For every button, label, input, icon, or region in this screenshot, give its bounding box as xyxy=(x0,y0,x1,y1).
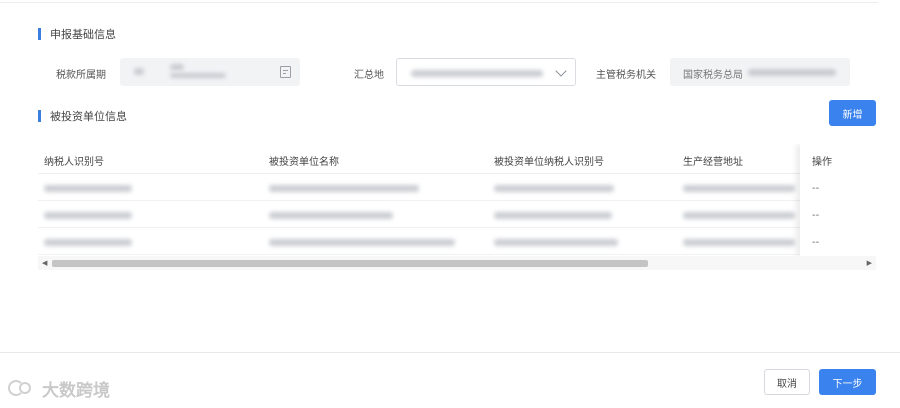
blurred-cell xyxy=(494,212,612,219)
column-header-business-address: 生产经营地址 xyxy=(683,157,743,168)
scroll-thumb[interactable] xyxy=(52,260,648,267)
blurred-cell xyxy=(494,185,614,192)
scroll-left-icon[interactable]: ◀ xyxy=(42,256,47,270)
footer-divider xyxy=(0,352,900,353)
invested-units-title: 被投资单位信息 xyxy=(50,110,127,123)
declaration-info-title: 申报基础信息 xyxy=(50,28,116,41)
row-operation[interactable]: -- xyxy=(812,210,819,221)
brand-logo: 大数跨境 xyxy=(8,376,110,401)
tax-authority-field: 国家税务总局 xyxy=(670,58,850,86)
blurred-cell xyxy=(683,212,795,219)
blurred-text xyxy=(748,69,836,76)
chevron-down-icon xyxy=(555,65,567,77)
table-row xyxy=(38,201,876,228)
blurred-text xyxy=(134,68,144,75)
blurred-text xyxy=(411,70,543,77)
declaration-form-row: 税款所属期 汇总地 主管税务机关 国家税务总局 xyxy=(0,58,900,86)
blurred-cell xyxy=(44,212,132,219)
logo-text: 大数跨境 xyxy=(42,381,110,401)
tax-period-picker[interactable] xyxy=(120,58,300,86)
invested-units-header: 被投资单位信息 xyxy=(38,108,127,124)
section-marker xyxy=(38,28,41,40)
summary-location-select[interactable] xyxy=(396,58,576,86)
blurred-text xyxy=(170,64,184,70)
column-header-unit-name: 被投资单位名称 xyxy=(269,157,339,168)
column-header-unit-taxpayer-id: 被投资单位纳税人识别号 xyxy=(494,157,604,168)
row-operation[interactable]: -- xyxy=(812,183,819,194)
declaration-page: 申报基础信息 税款所属期 汇总地 主管税务机关 国家税务总局 被投资单位信息 新… xyxy=(0,0,900,408)
invested-units-table: 纳税人识别号 被投资单位名称 被投资单位纳税人识别号 生产经营地址 操作 -- xyxy=(38,144,876,270)
top-divider xyxy=(0,0,878,3)
next-button[interactable]: 下一步 xyxy=(819,369,876,395)
table-header: 纳税人识别号 被投资单位名称 被投资单位纳税人识别号 生产经营地址 xyxy=(38,144,876,174)
cancel-button[interactable]: 取消 xyxy=(764,369,810,395)
table-row xyxy=(38,228,876,255)
column-header-taxpayer-id: 纳税人识别号 xyxy=(44,157,104,168)
blurred-cell xyxy=(269,212,393,219)
section-marker xyxy=(38,110,41,122)
summary-location-label: 汇总地 xyxy=(354,70,384,81)
declaration-info-header: 申报基础信息 xyxy=(38,26,116,42)
blurred-cell xyxy=(494,239,618,246)
blurred-text xyxy=(170,73,226,78)
blurred-cell xyxy=(683,185,795,192)
scroll-right-icon[interactable]: ▶ xyxy=(867,256,872,270)
tax-period-label: 税款所属期 xyxy=(56,70,106,81)
logo-icon xyxy=(8,377,36,401)
add-button[interactable]: 新增 xyxy=(829,100,876,126)
tax-authority-value: 国家税务总局 xyxy=(683,70,743,81)
row-operation[interactable]: -- xyxy=(812,237,819,248)
blurred-cell xyxy=(683,239,795,246)
blurred-cell xyxy=(44,185,132,192)
column-header-operation: 操作 xyxy=(812,157,832,168)
table-row xyxy=(38,174,876,201)
tax-authority-label: 主管税务机关 xyxy=(596,70,656,81)
blurred-cell xyxy=(44,239,132,246)
blurred-cell xyxy=(269,185,419,192)
operation-column: 操作 -- -- -- xyxy=(800,144,876,256)
calendar-icon[interactable] xyxy=(280,66,291,78)
blurred-cell xyxy=(269,239,455,246)
horizontal-scrollbar[interactable]: ◀ ▶ xyxy=(38,256,876,270)
